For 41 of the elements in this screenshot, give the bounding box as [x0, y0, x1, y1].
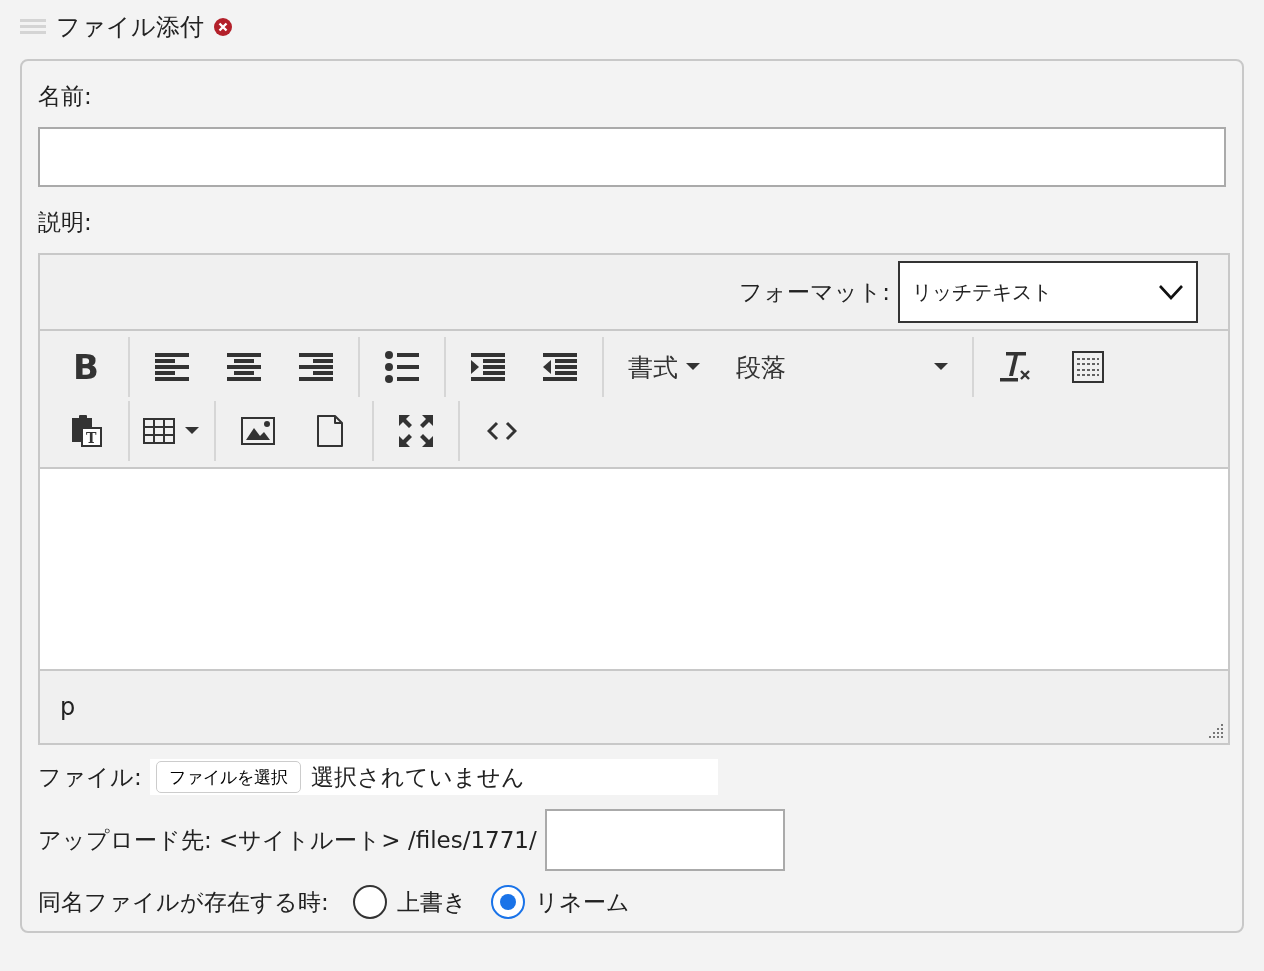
- resize-grip-icon[interactable]: [1206, 721, 1224, 739]
- image-icon: [241, 417, 275, 445]
- radio-option-label[interactable]: 上書き: [396, 886, 467, 918]
- element-path[interactable]: p: [60, 693, 76, 721]
- format-menu-button[interactable]: 書式: [616, 339, 712, 395]
- caret-icon: [686, 363, 700, 371]
- same-name-file-label: 同名ファイルが存在する時:: [38, 887, 329, 917]
- upload-destination-label: アップロード先: <サイトルート> /files/1771/: [38, 825, 537, 855]
- name-input[interactable]: [38, 127, 1226, 187]
- caret-icon: [934, 363, 948, 371]
- upload-folder-input[interactable]: [544, 809, 785, 871]
- bold-button[interactable]: B: [56, 339, 116, 395]
- paragraph-select[interactable]: 段落: [724, 339, 960, 395]
- remove-icon[interactable]: [214, 18, 232, 36]
- clear-format-icon: [1000, 352, 1032, 382]
- file-label: ファイル:: [38, 762, 142, 792]
- chevron-down-icon: [1158, 284, 1184, 300]
- description-label: 説明:: [38, 208, 93, 237]
- section-title: ファイル添付: [56, 12, 204, 43]
- choose-file-button[interactable]: ファイルを選択: [155, 761, 301, 793]
- align-center-icon: [227, 353, 261, 381]
- radio-option-label[interactable]: リネーム: [534, 886, 630, 918]
- radio-button[interactable]: [490, 885, 525, 919]
- name-label: 名前:: [38, 82, 93, 111]
- drag-handle-icon[interactable]: [20, 19, 46, 35]
- file-input[interactable]: ファイルを選択 選択されていません: [149, 759, 718, 795]
- no-file-selected-text: 選択されていません: [310, 762, 525, 792]
- format-select[interactable]: リッチテキスト: [898, 261, 1198, 323]
- source-code-icon: [487, 421, 517, 441]
- indent-icon: [471, 353, 505, 381]
- bullet-list-icon: [385, 351, 419, 383]
- format-label: フォーマット:: [739, 277, 890, 307]
- paste-text-button[interactable]: T: [56, 403, 116, 459]
- align-right-icon: [299, 353, 333, 381]
- blank-page-icon: [316, 414, 344, 448]
- show-blocks-icon: [1072, 351, 1104, 383]
- outdent-icon: [543, 353, 577, 381]
- radio-button[interactable]: [352, 885, 387, 919]
- table-icon: [143, 418, 201, 444]
- fullscreen-icon: [399, 415, 433, 447]
- align-left-icon: [155, 353, 189, 381]
